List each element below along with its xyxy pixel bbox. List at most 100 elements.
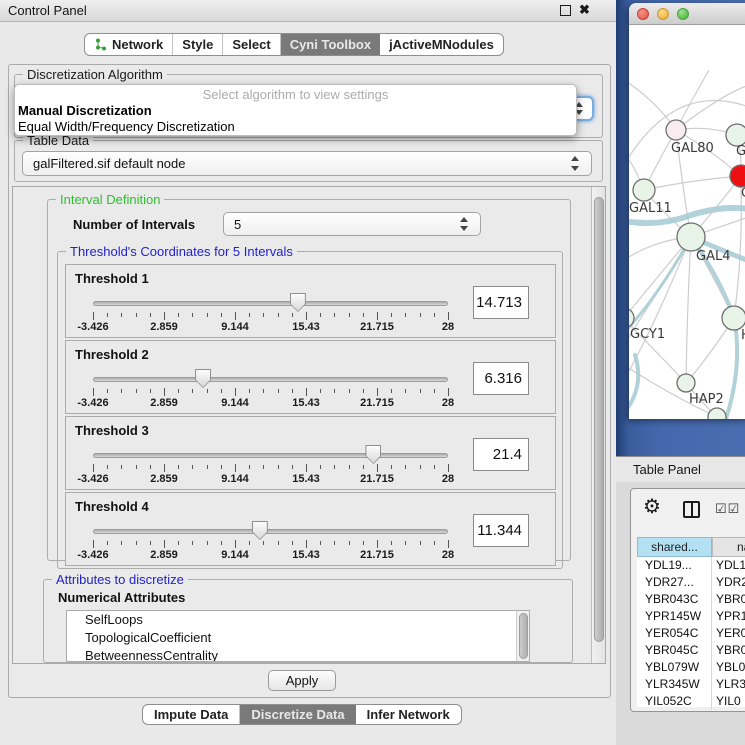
gear-icon[interactable]: ⚙ [643, 497, 661, 517]
network-node[interactable] [726, 124, 745, 146]
network-node[interactable] [633, 179, 655, 201]
combo-spinner-icon [571, 156, 579, 161]
table-cell-shared-name[interactable]: YBL079W [637, 659, 712, 676]
network-window-titlebar[interactable] [629, 3, 745, 25]
number-of-intervals-combobox[interactable]: 5 [223, 212, 481, 236]
slider-tick [150, 389, 151, 393]
network-node[interactable] [629, 308, 634, 328]
split-pane-icon[interactable] [683, 501, 700, 518]
scrollbar-thumb[interactable] [519, 613, 528, 659]
slider-track[interactable] [93, 301, 448, 306]
checkboxes-icon[interactable]: ☑☑ [715, 501, 740, 517]
table-row[interactable]: YBL079WYBL0 [637, 659, 745, 676]
table-cell-name[interactable]: YPR1 [712, 608, 745, 625]
table-cell-shared-name[interactable]: YPR145W [637, 608, 712, 625]
mac-zoom-icon[interactable] [677, 8, 689, 20]
network-node[interactable] [666, 120, 686, 140]
network-node-label: HAP2 [689, 392, 724, 407]
slider-track[interactable] [93, 453, 448, 458]
network-node[interactable] [722, 306, 745, 330]
table-row[interactable]: YER054CYER0 [637, 625, 745, 642]
slider-track[interactable] [93, 529, 448, 534]
threshold-value-field[interactable]: 14.713 [473, 286, 529, 319]
slider-thumb[interactable] [195, 369, 211, 388]
table-cell-shared-name[interactable]: YLR345W [637, 676, 712, 693]
threshold-value-field[interactable]: 21.4 [473, 438, 529, 471]
network-node-label: GAL80 [671, 141, 714, 156]
list-item[interactable]: TopologicalCoefficient [67, 629, 529, 647]
network-node[interactable] [677, 223, 705, 251]
slider-thumb[interactable] [252, 521, 268, 540]
table-cell-name[interactable]: YDL1 [712, 557, 745, 574]
table-row[interactable]: YBR045CYBR0 [637, 642, 745, 659]
table-row[interactable]: YDL19...YDL1 [637, 557, 745, 574]
table-cell-shared-name[interactable]: YDL19... [637, 557, 712, 574]
table-cell-name[interactable]: YBL0 [712, 659, 745, 676]
network-edge-highlighted [629, 355, 638, 413]
slider-tick [306, 312, 307, 320]
network-node[interactable] [708, 408, 726, 419]
number-of-intervals-value: 5 [234, 213, 241, 237]
mac-close-icon[interactable] [637, 8, 649, 20]
tab-cyni-toolbox[interactable]: Cyni Toolbox [281, 34, 380, 55]
table-cell-name[interactable]: YBR0 [712, 642, 745, 659]
table-cell-shared-name[interactable]: YIL052C [637, 693, 712, 710]
tab-jactivemnodules[interactable]: jActiveMNodules [380, 34, 503, 55]
list-item[interactable]: SelfLoops [67, 611, 529, 629]
slider-tick [434, 389, 435, 393]
tab-impute-data[interactable]: Impute Data [143, 705, 240, 724]
tab-cyni-label: Cyni Toolbox [290, 34, 371, 55]
slider-tick-label: 21.715 [360, 549, 394, 561]
table-panel-inner: ⚙ ☑☑ shared... na YDL19...YDL1YDR27...YD… [630, 488, 745, 712]
slider-tick [136, 313, 137, 317]
list-item[interactable]: BetweennessCentrality [67, 647, 529, 662]
tab-discretize-data[interactable]: Discretize Data [240, 705, 355, 724]
table-row[interactable]: YIL052CYIL0 [637, 693, 745, 710]
table-cell-shared-name[interactable]: YBR043C [637, 591, 712, 608]
slider-tick [434, 465, 435, 469]
tab-style[interactable]: Style [173, 34, 223, 55]
column-header-name[interactable]: na [712, 537, 745, 557]
threshold-value-field[interactable]: 6.316 [473, 362, 529, 395]
table-cell-name[interactable]: YDR2 [712, 574, 745, 591]
table-cell-name[interactable]: YER0 [712, 625, 745, 642]
table-row[interactable]: YLR345WYLR3 [637, 676, 745, 693]
threshold-value-field[interactable]: 11.344 [473, 514, 529, 547]
table-cell-shared-name[interactable]: YDR27... [637, 574, 712, 591]
column-header-shared[interactable]: shared... [637, 537, 712, 557]
tab-infer-network[interactable]: Infer Network [356, 705, 461, 724]
dropdown-option-manual[interactable]: Manual Discretization [15, 103, 576, 119]
list-scrollbar[interactable] [516, 611, 529, 661]
combo-spinner-icon [460, 217, 468, 222]
scrollbar-thumb[interactable] [594, 197, 604, 642]
table-row[interactable]: YPR145WYPR1 [637, 608, 745, 625]
table-row[interactable]: YBR043CYBR0 [637, 591, 745, 608]
table-cell-shared-name[interactable]: YER054C [637, 625, 712, 642]
slider-tick [320, 389, 321, 393]
vertical-scrollbar[interactable] [591, 187, 606, 664]
slider-tick [192, 541, 193, 545]
network-canvas[interactable]: GAL80GACGAL11GAL4GCY1HHAP2 [629, 25, 745, 419]
table-cell-name[interactable]: YIL0 [712, 693, 745, 710]
table-cell-name[interactable]: YBR0 [712, 591, 745, 608]
mac-minimize-icon[interactable] [657, 8, 669, 20]
slider-tick-label: 28 [442, 397, 454, 409]
slider-tick [292, 465, 293, 469]
table-data-value: galFiltered.sif default node [33, 152, 185, 176]
float-icon[interactable] [560, 5, 571, 16]
slider-thumb[interactable] [365, 445, 381, 464]
tab-network[interactable]: Network [85, 34, 173, 55]
network-node[interactable] [677, 374, 695, 392]
close-icon[interactable]: ✖ [579, 2, 590, 18]
slider-tick [150, 313, 151, 317]
slider-thumb[interactable] [290, 293, 306, 312]
apply-button[interactable]: Apply [268, 670, 336, 691]
dropdown-option-equal-width[interactable]: Equal Width/Frequency Discretization [15, 119, 576, 135]
table-cell-shared-name[interactable]: YBR045C [637, 642, 712, 659]
table-row[interactable]: YDR27...YDR2 [637, 574, 745, 591]
table-data-combobox[interactable]: galFiltered.sif default node [22, 151, 592, 176]
slider-track[interactable] [93, 377, 448, 382]
table-cell-name[interactable]: YLR3 [712, 676, 745, 693]
tab-select[interactable]: Select [223, 34, 280, 55]
slider-tick [235, 540, 236, 548]
